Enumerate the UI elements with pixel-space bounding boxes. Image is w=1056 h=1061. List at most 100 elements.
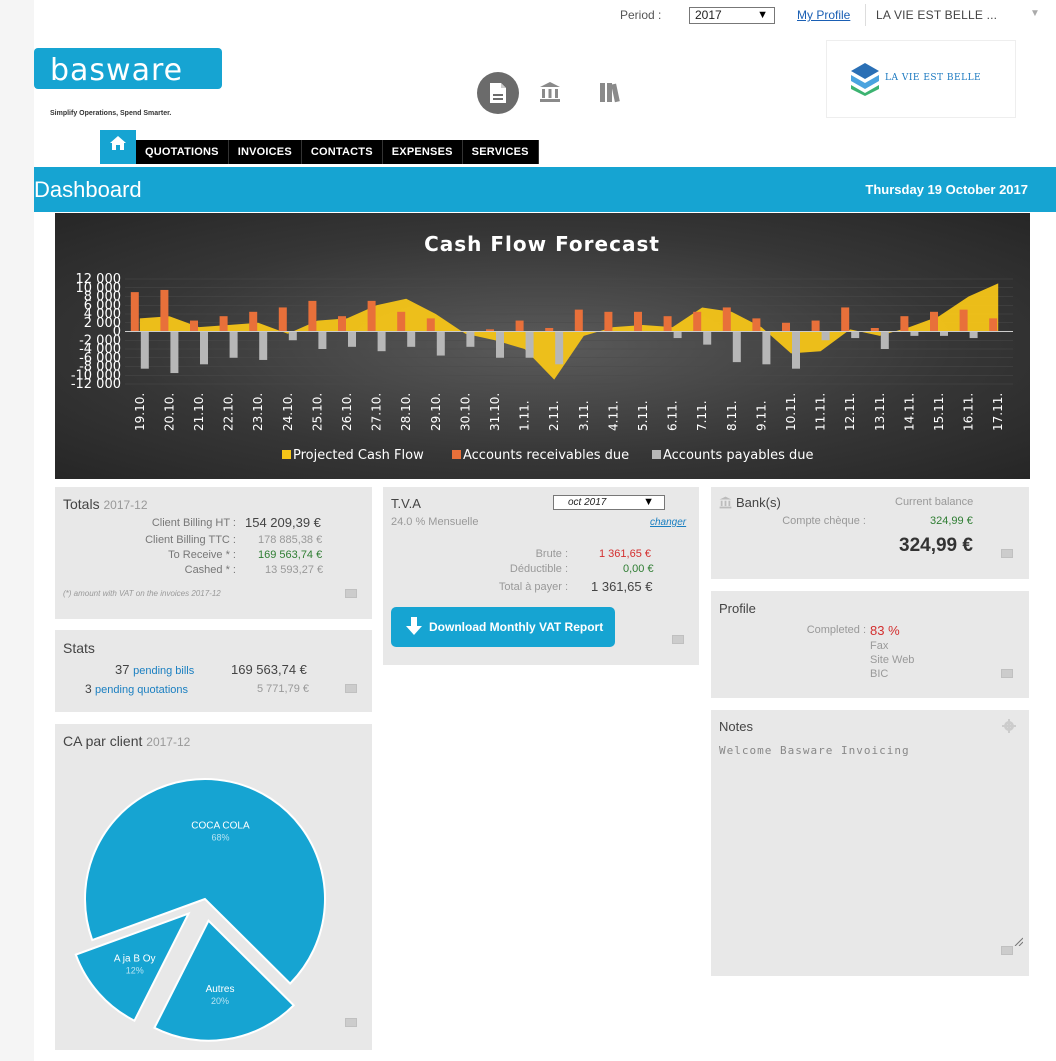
- totals-label-ht: Client Billing HT :: [151, 517, 236, 529]
- payables-bar: [969, 331, 978, 339]
- document-icon[interactable]: [477, 72, 519, 114]
- x-tick-label: 11.11.: [814, 393, 828, 431]
- divider: [865, 4, 866, 26]
- pending-bills-count: 37: [115, 662, 130, 677]
- payables-bar: [288, 331, 297, 341]
- totals-period: 2017-12: [103, 498, 148, 512]
- client-logo-icon: [851, 63, 879, 96]
- payables-bar: [732, 331, 741, 363]
- company-selector[interactable]: LA VIE EST BELLE ...: [876, 8, 997, 22]
- receivables-bar: [604, 311, 613, 332]
- current-date: Thursday 19 October 2017: [865, 182, 1028, 197]
- totals-label-cashed: Cashed * :: [184, 564, 236, 576]
- x-tick-label: 14.11.: [902, 393, 916, 431]
- logo-tagline: Simplify Operations, Spend Smarter.: [50, 110, 172, 117]
- period-select[interactable]: 2017 ▼: [689, 7, 775, 24]
- payables-bar: [762, 331, 771, 365]
- notes-widget: Notes Welcome Basware Invoicing: [711, 710, 1029, 976]
- totals-title-wrap: Totals 2017-12: [63, 496, 148, 512]
- download-vat-report-button[interactable]: Download Monthly VAT Report: [391, 607, 615, 647]
- pending-bills-link[interactable]: pending bills: [133, 665, 194, 677]
- payables-bar: [259, 331, 268, 360]
- widget-settings-icon[interactable]: [345, 1018, 357, 1027]
- pie-label: COCA COLA: [191, 821, 250, 832]
- receivables-bar: [338, 316, 346, 332]
- download-vat-report-label: Download Monthly VAT Report: [429, 620, 604, 634]
- receivables-bar: [930, 311, 938, 332]
- receivables-bar: [722, 307, 731, 332]
- widget-settings-icon[interactable]: [1001, 669, 1013, 678]
- receivables-bar: [160, 289, 169, 332]
- client-logo: LA VIE EST BELLE: [826, 40, 1016, 118]
- basware-logo[interactable]: basware: [34, 48, 222, 89]
- home-tab[interactable]: [100, 130, 136, 164]
- page-title: Dashboard: [34, 177, 142, 202]
- dropdown-arrow-icon: ▼: [643, 496, 654, 508]
- receivables-bar: [397, 311, 406, 332]
- x-tick-label: 7.11.: [695, 400, 709, 431]
- pie-percent: 12%: [126, 965, 144, 975]
- widget-settings-icon[interactable]: [345, 589, 357, 598]
- payables-bar: [377, 331, 386, 352]
- tva-label-deductible: Déductible :: [509, 563, 568, 575]
- cash-flow-chart-svg: Cash Flow Forecast12 00010 0008 0006 000…: [71, 232, 1013, 463]
- pending-quotes-count: 3: [85, 682, 92, 696]
- bank-icon[interactable]: [539, 81, 561, 108]
- nav-tabs: QUOTATIONS INVOICES CONTACTS EXPENSES SE…: [136, 140, 539, 164]
- x-tick-label: 13.11.: [873, 393, 887, 431]
- receivables-bar: [308, 300, 317, 332]
- period-label: Period :: [620, 8, 662, 22]
- x-tick-label: 10.11.: [784, 393, 798, 431]
- payables-bar: [200, 331, 208, 365]
- books-icon[interactable]: [599, 81, 621, 108]
- payables-bar: [821, 331, 830, 341]
- home-icon: [110, 136, 126, 150]
- ca-client-widget: CA par client 2017-12 COCA COLA 68% Autres…: [55, 724, 372, 1050]
- receivables-bar: [663, 316, 672, 332]
- receivables-bar: [782, 322, 790, 332]
- totals-footnote: (*) amount with VAT on the invoices 2017…: [63, 589, 221, 598]
- receivables-bar: [693, 311, 702, 332]
- gear-icon[interactable]: [1002, 719, 1016, 733]
- bank-account-label: Compte chèque :: [782, 515, 866, 527]
- tva-change-link[interactable]: changer: [650, 517, 686, 528]
- tab-quotations[interactable]: QUOTATIONS: [136, 140, 229, 164]
- receivables-bar: [426, 318, 435, 332]
- widget-settings-icon[interactable]: [1001, 549, 1013, 558]
- my-profile-link[interactable]: My Profile: [797, 8, 850, 22]
- notes-textarea[interactable]: Welcome Basware Invoicing: [719, 744, 910, 757]
- receivables-bar: [278, 307, 287, 332]
- tva-month-select[interactable]: oct 2017 ▼: [553, 495, 665, 510]
- bank-total: 324,99 €: [899, 535, 973, 556]
- receivables-bar: [545, 328, 554, 332]
- logo-text: basware: [50, 53, 184, 88]
- tab-services[interactable]: SERVICES: [462, 140, 539, 164]
- tab-expenses[interactable]: EXPENSES: [382, 140, 463, 164]
- widget-settings-icon[interactable]: [672, 635, 684, 644]
- profile-completed-value: 83 %: [870, 623, 900, 638]
- legend-swatch: [282, 450, 291, 459]
- payables-bar: [673, 331, 682, 339]
- dashboard-header: Dashboard Thursday 19 October 2017: [34, 167, 1056, 212]
- totals-value-ttc: 178 885,38 €: [258, 534, 323, 546]
- bank-icon: [719, 496, 732, 509]
- pending-quotes-link[interactable]: pending quotations: [95, 684, 188, 696]
- payables-bar: [792, 331, 800, 369]
- caret-down-icon[interactable]: ▼: [1030, 8, 1040, 19]
- tva-title: T.V.A: [391, 496, 421, 511]
- pie-percent: 20%: [211, 996, 229, 1006]
- widget-settings-icon[interactable]: [1001, 946, 1013, 955]
- payables-bar: [318, 331, 327, 349]
- profile-completed-label: Completed :: [806, 624, 866, 636]
- x-tick-label: 28.10.: [399, 393, 413, 431]
- tva-value-total: 1 361,65 €: [591, 579, 653, 594]
- x-tick-label: 15.11.: [932, 393, 946, 431]
- widget-settings-icon[interactable]: [345, 684, 357, 693]
- resize-handle-icon[interactable]: [1013, 936, 1023, 946]
- x-tick-label: 21.10.: [192, 393, 206, 431]
- tva-month-value: oct 2017: [568, 497, 607, 508]
- tab-invoices[interactable]: INVOICES: [228, 140, 302, 164]
- page: Period : 2017 ▼ My Profile LA VIE EST BE…: [34, 0, 1056, 1061]
- tab-contacts[interactable]: CONTACTS: [301, 140, 383, 164]
- receivables-bar: [870, 328, 879, 332]
